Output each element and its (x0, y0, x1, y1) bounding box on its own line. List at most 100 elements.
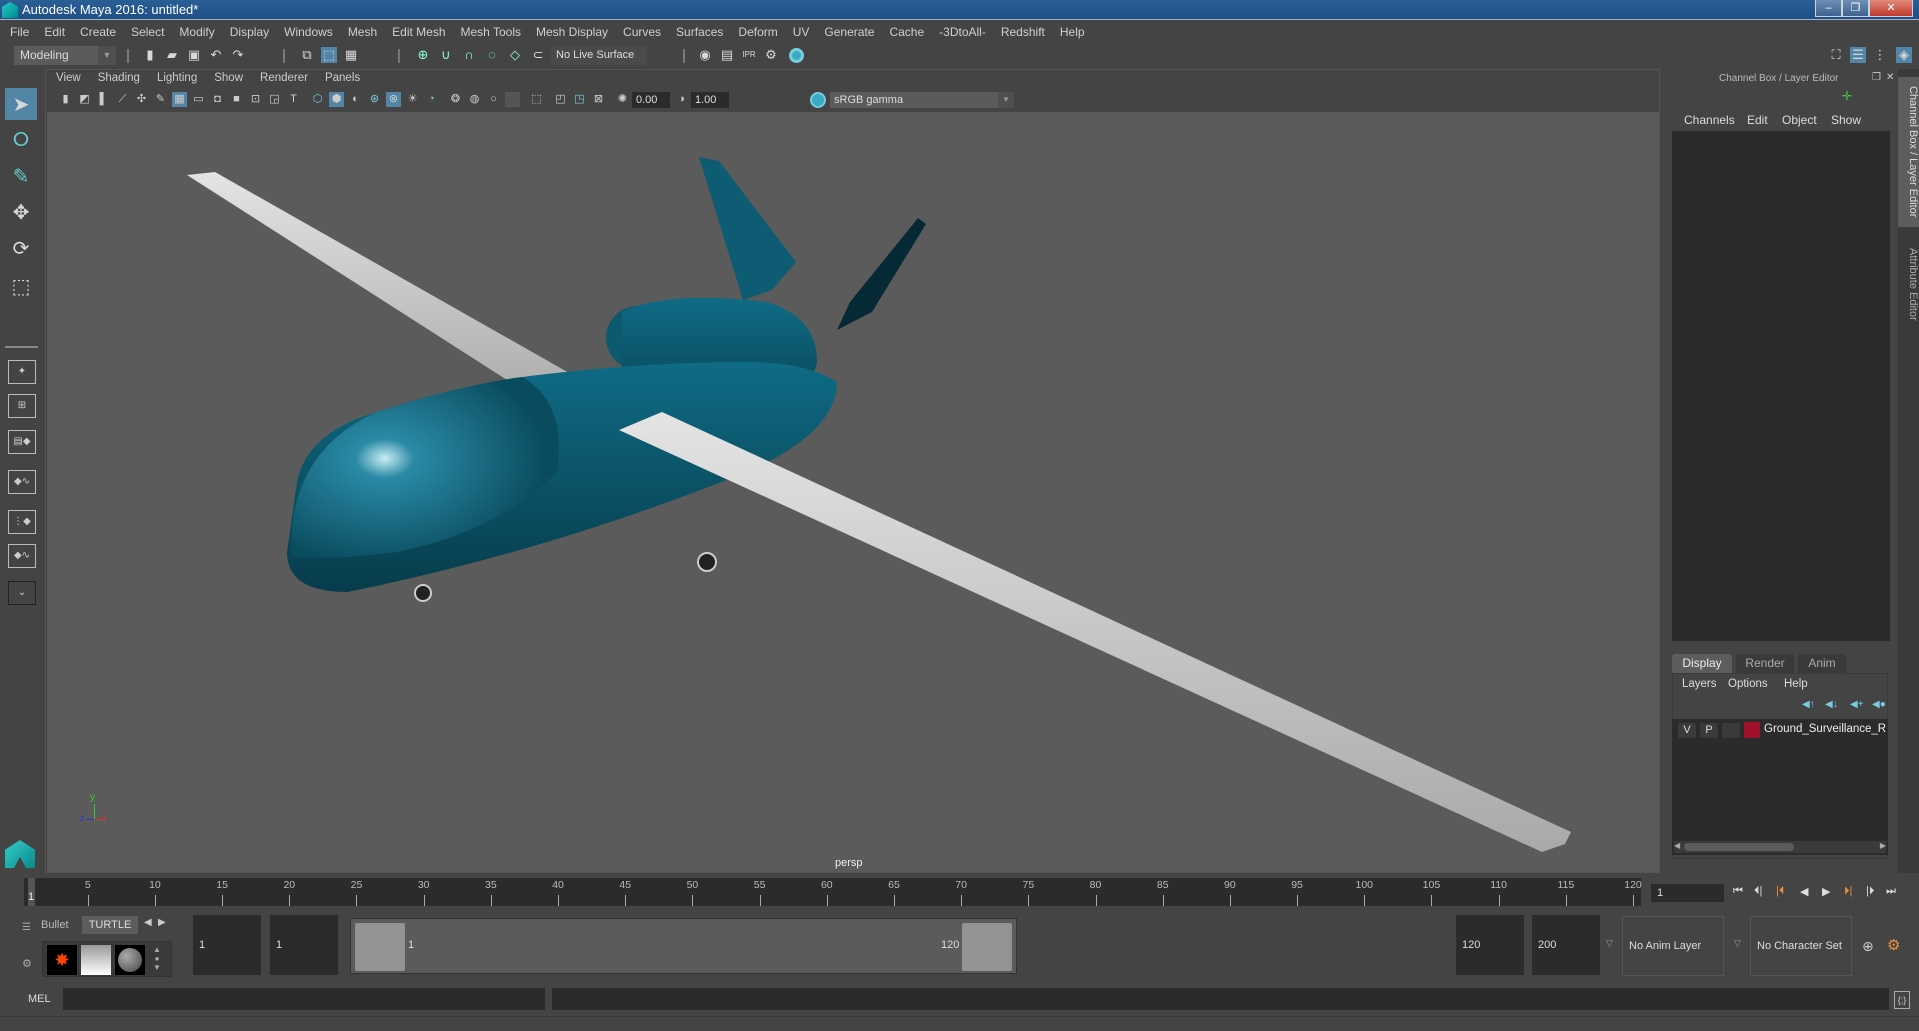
menu-redshift[interactable]: Redshift (1001, 25, 1045, 39)
panel-menu-renderer[interactable]: Renderer (260, 72, 308, 88)
menu-display[interactable]: Display (230, 25, 269, 39)
scale-tool-icon[interactable]: ⬚ (5, 270, 37, 302)
range-end-handle[interactable] (962, 923, 1012, 971)
move-layer-up-icon[interactable]: ◀↑ (1802, 699, 1815, 710)
anim-layer-select[interactable]: No Anim Layer (1622, 916, 1724, 976)
particle-emitter-icon[interactable]: ✸ (47, 945, 77, 975)
create-layer-from-selection-icon[interactable]: ◀● (1872, 699, 1886, 710)
textured-icon[interactable]: ⊗ (386, 92, 401, 107)
color-management-toggle-icon[interactable] (810, 92, 826, 108)
menu-mesh[interactable]: Mesh (348, 25, 377, 39)
current-frame-field[interactable]: 1 (1651, 884, 1724, 902)
menu-deform[interactable]: Deform (738, 25, 777, 39)
playback-start-field[interactable]: 1 (270, 915, 338, 975)
bookmark-icon[interactable]: ▌ (96, 92, 111, 107)
menu-curves[interactable]: Curves (623, 25, 661, 39)
single-perspective-layout-icon[interactable]: ✦ (8, 360, 36, 384)
menu-surfaces[interactable]: Surfaces (676, 25, 723, 39)
play-forward-icon[interactable]: ▶ (1822, 885, 1830, 898)
persp-graph-layout-icon[interactable]: ◆∿ (8, 470, 36, 494)
hypershade-icon[interactable] (789, 48, 804, 63)
wireframe-on-shaded-icon[interactable]: ⊛ (367, 92, 382, 107)
show-menu[interactable]: Show (1831, 113, 1861, 127)
resolution-gate-icon[interactable]: ◘ (210, 92, 225, 107)
command-input[interactable] (63, 988, 545, 1010)
smooth-shade-icon[interactable]: ⬢ (329, 92, 344, 107)
go-to-end-icon[interactable]: ⏭ (1886, 885, 1896, 898)
panel-menu-shading[interactable]: Shading (98, 72, 140, 88)
auto-key-icon[interactable]: ⊕ (1862, 938, 1874, 955)
render-current-frame-icon[interactable]: ◉ (697, 47, 713, 63)
tab-render[interactable]: Render (1736, 654, 1794, 673)
four-view-layout-icon[interactable]: ⊞ (8, 394, 36, 418)
snap-to-curve-icon[interactable]: ∪ (438, 47, 454, 63)
panel-menu-panels[interactable]: Panels (325, 72, 360, 88)
render-scene-icon[interactable] (81, 945, 111, 975)
layer-visibility-toggle[interactable]: V (1678, 723, 1696, 738)
menu-generate[interactable]: Generate (824, 25, 874, 39)
gamma-icon[interactable]: ◑ (674, 92, 689, 107)
menu-select[interactable]: Select (131, 25, 164, 39)
menu-help[interactable]: Help (1060, 25, 1085, 39)
view-transform-select[interactable]: sRGB gamma ▼ (830, 92, 1014, 108)
script-editor-icon[interactable]: {;} (1894, 991, 1910, 1009)
animation-preferences-icon[interactable]: ⚙ (1887, 936, 1900, 954)
scroll-left-icon[interactable]: ◀ (1674, 841, 1680, 850)
panel-menu-view[interactable]: View (56, 72, 81, 88)
sphere-material-icon[interactable] (115, 945, 145, 975)
menu-mesh-tools[interactable]: Mesh Tools (461, 25, 521, 39)
hypershade-persp-layout-icon[interactable]: ⋮◆ (8, 510, 36, 534)
menu-edit-mesh[interactable]: Edit Mesh (392, 25, 445, 39)
new-scene-icon[interactable]: ▮ (142, 47, 158, 63)
step-forward-frame-icon[interactable]: ⏵| (1844, 885, 1852, 898)
camera-attributes-icon[interactable]: ◩ (77, 92, 92, 107)
shelf-settings-icon[interactable]: ⚙ (22, 957, 32, 970)
scroll-right-icon[interactable]: ▶ (1880, 841, 1886, 850)
close-panel-icon[interactable]: ✕ (1886, 72, 1894, 83)
gate-mask-icon[interactable]: ■ (229, 92, 244, 107)
command-language-label[interactable]: MEL (28, 993, 51, 1005)
more-layouts-button[interactable]: ⌄ (8, 581, 36, 605)
character-set-select[interactable]: No Character Set (1750, 916, 1852, 976)
layer-color-swatch[interactable] (1744, 722, 1760, 738)
menu-uv[interactable]: UV (793, 25, 810, 39)
render-sequence-icon[interactable]: ▤ (719, 47, 735, 63)
persp-outliner-layout-icon[interactable]: ▤◆ (8, 430, 36, 454)
shelf-scroll-icon[interactable]: ▲ ● ▼ (151, 945, 163, 975)
rotate-tool-icon[interactable]: ⟳ (5, 232, 37, 264)
menu-3dtoall[interactable]: -3DtoAll- (939, 25, 986, 39)
range-start-handle[interactable] (355, 923, 405, 971)
step-forward-key-icon[interactable]: |⏵ (1866, 885, 1874, 898)
select-camera-icon[interactable]: ▮ (58, 92, 73, 107)
panel-menu-lighting[interactable]: Lighting (157, 72, 197, 88)
playback-end-field[interactable]: 120 (1456, 915, 1524, 975)
select-by-hierarchy-icon[interactable]: ⧉ (299, 47, 315, 63)
horizontal-scrollbar[interactable]: ◀ ▶ (1674, 841, 1886, 853)
panel-menu-show[interactable]: Show (214, 72, 243, 88)
animation-start-field[interactable]: 1 (193, 915, 261, 975)
shelf-tab-bullet[interactable]: Bullet (41, 916, 69, 934)
move-layer-down-icon[interactable]: ◀↓ (1825, 699, 1838, 710)
go-to-start-icon[interactable]: ⏮ (1733, 885, 1743, 898)
snap-to-point-icon[interactable]: ∩ (461, 47, 477, 63)
tab-anim[interactable]: Anim (1798, 654, 1846, 673)
close-button[interactable]: ✕ (1869, 0, 1913, 17)
snap-to-projected-center-icon[interactable]: ◌ (484, 47, 500, 63)
menu-edit[interactable]: Edit (44, 25, 65, 39)
field-chart-icon[interactable]: ⊡ (248, 92, 263, 107)
grid-icon[interactable]: ▦ (172, 92, 187, 107)
safe-title-icon[interactable]: T (286, 92, 301, 107)
persp-graph-hypergraph-layout-icon[interactable]: ◆∿ (8, 544, 36, 568)
layer-display-type-toggle[interactable] (1722, 723, 1740, 738)
make-live-icon[interactable]: ⊂ (530, 47, 546, 63)
tab-display[interactable]: Display (1672, 654, 1732, 673)
shadows-icon[interactable]: ◔ (424, 92, 439, 107)
play-backward-icon[interactable]: ◀ (1800, 885, 1808, 898)
chevron-down-icon[interactable]: ▽ (1734, 938, 1741, 949)
wireframe-icon[interactable]: ⬡ (310, 92, 325, 107)
grease-pencil-icon[interactable]: ✎ (153, 92, 168, 107)
attribute-editor-toggle-icon[interactable]: ☰ (1850, 47, 1866, 63)
restore-button[interactable]: ❐ (1842, 0, 1869, 17)
redo-icon[interactable]: ↷ (230, 47, 246, 63)
menu-mesh-display[interactable]: Mesh Display (536, 25, 608, 39)
